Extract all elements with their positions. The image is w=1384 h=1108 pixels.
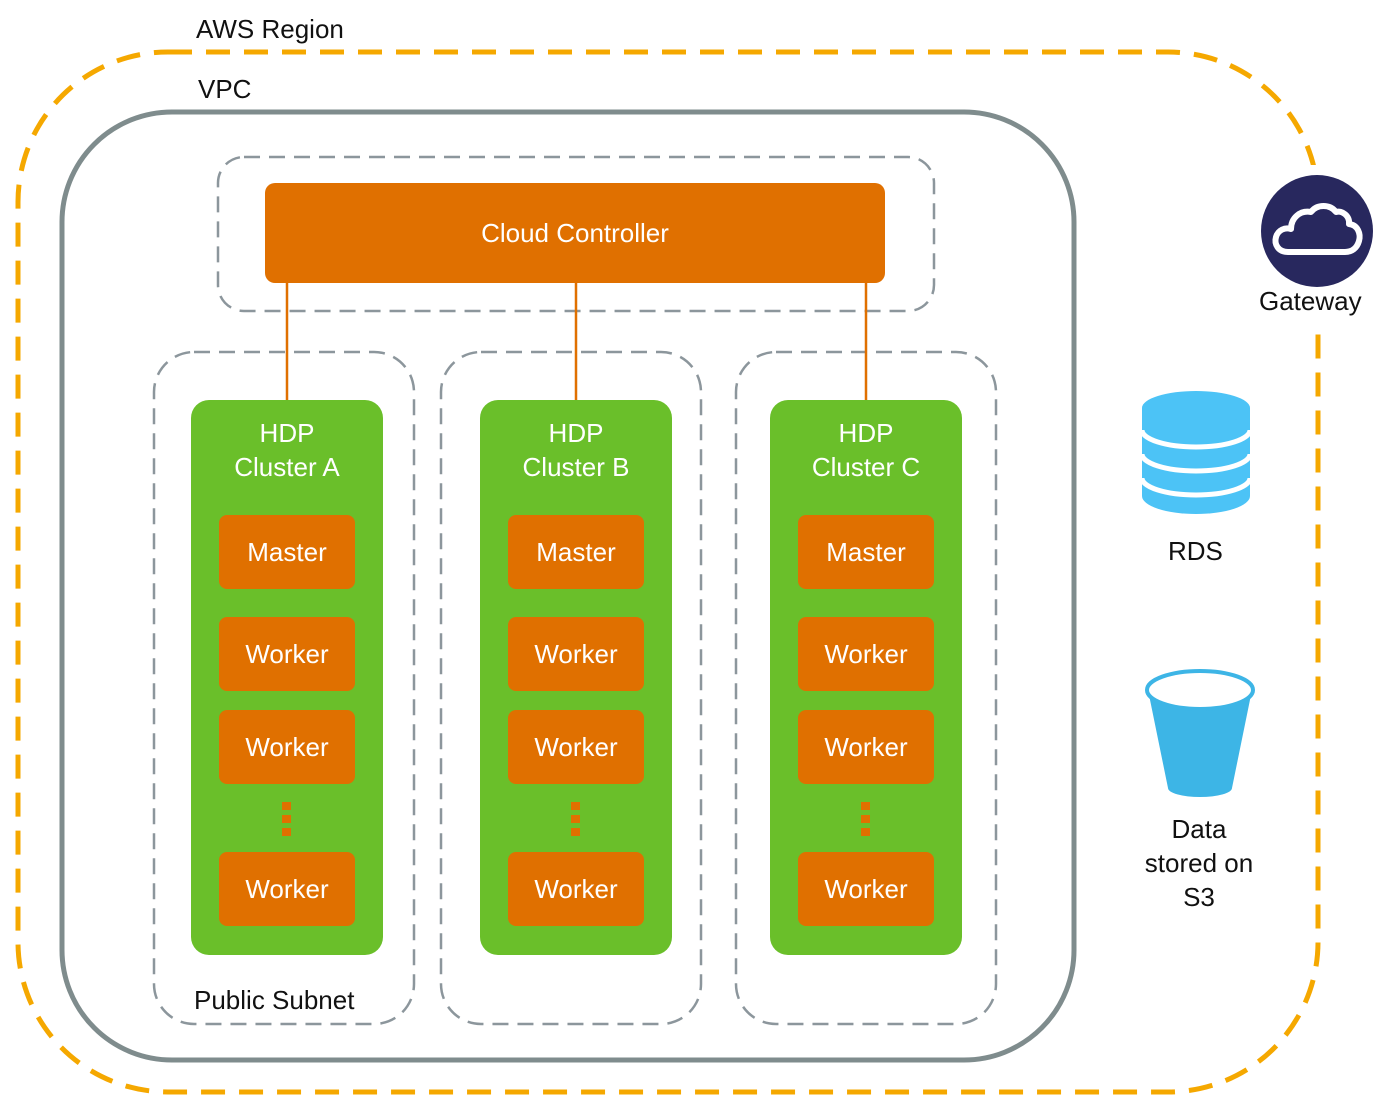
cluster-title: HDP Cluster A <box>234 418 340 482</box>
aws-region-label: AWS Region <box>196 14 344 44</box>
worker-node[interactable]: Worker <box>798 617 934 691</box>
database-icon[interactable] <box>1139 390 1253 516</box>
ellipsis-dots-icon <box>861 802 871 841</box>
ellipsis-dots-icon <box>571 802 581 841</box>
cluster-title: HDP Cluster C <box>811 418 921 482</box>
cluster-c[interactable]: HDP Cluster C Master Worker Worker Worke… <box>770 400 962 955</box>
cluster-title: HDP Cluster B <box>522 418 630 482</box>
cluster-a[interactable]: HDP Cluster A Master Worker Worker Worke… <box>191 400 383 955</box>
master-node[interactable]: Master <box>219 515 355 589</box>
worker-node[interactable]: Worker <box>798 710 934 784</box>
worker-node[interactable]: Worker <box>219 710 355 784</box>
cloud-controller-box[interactable]: Cloud Controller <box>265 183 885 283</box>
worker-node[interactable]: Worker <box>798 852 934 926</box>
public-subnet-label: Public Subnet <box>194 985 355 1015</box>
vpc-label: VPC <box>198 74 252 104</box>
master-node[interactable]: Master <box>508 515 644 589</box>
gateway-label: Gateway <box>1259 286 1362 316</box>
worker-node[interactable]: Worker <box>508 617 644 691</box>
s3-label: Data stored on S3 <box>1144 814 1254 912</box>
bucket-icon[interactable] <box>1143 668 1257 800</box>
worker-node[interactable]: Worker <box>508 710 644 784</box>
cluster-b[interactable]: HDP Cluster B Master Worker Worker Worke… <box>480 400 672 955</box>
master-node[interactable]: Master <box>798 515 934 589</box>
cloud-controller-label: Cloud Controller <box>481 217 669 248</box>
ellipsis-dots-icon <box>282 802 292 841</box>
worker-node[interactable]: Worker <box>219 617 355 691</box>
worker-node[interactable]: Worker <box>508 852 644 926</box>
gateway-icon[interactable] <box>1260 174 1374 288</box>
worker-node[interactable]: Worker <box>219 852 355 926</box>
rds-label: RDS <box>1168 536 1223 566</box>
